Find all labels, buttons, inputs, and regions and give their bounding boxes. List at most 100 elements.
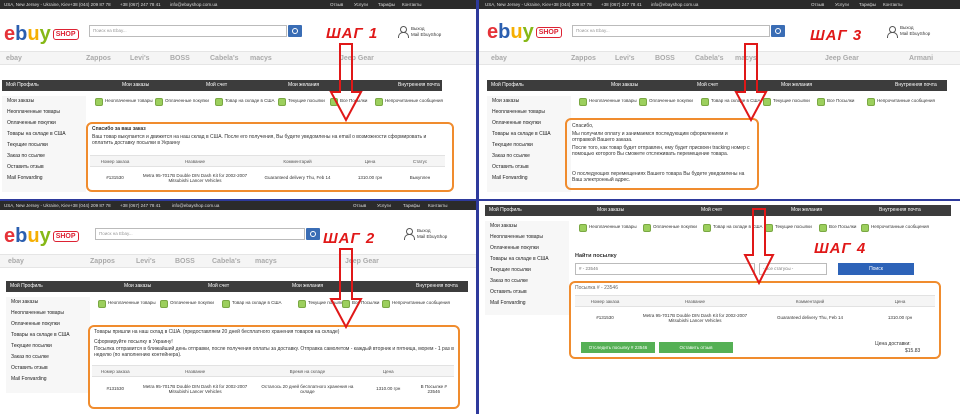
sidebar-item-review[interactable]: Оставить отзыв [487, 162, 571, 173]
tab-unread[interactable]: Непрочитанные сообщения [861, 224, 929, 232]
menu-tariffs[interactable]: Тарифы [403, 201, 420, 210]
find-button[interactable]: Поиск [838, 263, 914, 275]
nav-wishes[interactable]: Мои желания [781, 80, 812, 91]
email-link[interactable]: info@ebayshop.com.ua [651, 0, 698, 9]
sidebar-item-review[interactable]: Оставить отзыв [485, 287, 569, 298]
tab-warehouse[interactable]: Товар на складе в США [222, 300, 282, 308]
ebuyshop-logo[interactable]: ebuy SHOP [4, 226, 79, 246]
ebuyshop-logo[interactable]: ebuy SHOP [4, 24, 79, 44]
sidebar-item-forwarding[interactable]: Mail Forwarding [487, 173, 571, 184]
leave-review-button[interactable]: Оставить отзыв [659, 342, 733, 353]
sidebar-item-review[interactable]: Оставить отзыв [2, 162, 86, 173]
tab-unread[interactable]: Непрочитанные сообщения [382, 300, 450, 308]
nav-mail[interactable]: Внутренняя почта [416, 281, 458, 292]
sidebar-item-parcels[interactable]: Текущие посылки [6, 341, 90, 352]
menu-review[interactable]: Отзыв [330, 0, 343, 9]
sidebar-item-unpaid[interactable]: Неоплаченные товары [2, 107, 86, 118]
phone-2[interactable]: +38 (067) 247 78 41 [601, 0, 642, 9]
tab-paid[interactable]: Оплаченные покупки [639, 98, 693, 106]
sidebar-item-orders[interactable]: Мои заказы [2, 96, 86, 107]
email-link[interactable]: info@ebayshop.com.ua [172, 201, 219, 210]
sidebar-item-paid[interactable]: Оплаченные покупки [2, 118, 86, 129]
search-input[interactable]: Поиск на Ebay... [89, 25, 287, 37]
nav-wishes[interactable]: Мои желания [292, 281, 323, 292]
nav-wishes[interactable]: Мои желания [288, 80, 319, 91]
phone-2[interactable]: +38 (067) 247 78 41 [120, 201, 161, 210]
search-button[interactable] [306, 228, 320, 240]
sidebar-item-unpaid[interactable]: Неоплаченные товары [6, 308, 90, 319]
tab-unpaid[interactable]: Неоплаченные товары [579, 98, 637, 106]
nav-orders[interactable]: Мои заказы [124, 281, 151, 292]
sidebar-item-orders[interactable]: Мои заказы [487, 96, 571, 107]
sidebar-item-forwarding[interactable]: Mail Forwarding [6, 374, 90, 385]
search-button[interactable] [771, 25, 785, 37]
search-input[interactable]: Поиск на Ebay... [95, 228, 305, 240]
nav-account[interactable]: Мой счет [701, 205, 722, 216]
sidebar-item-link-order[interactable]: Заказ по ссылке [487, 151, 571, 162]
sidebar-item-unpaid[interactable]: Неоплаченные товары [487, 107, 571, 118]
sidebar-item-forwarding[interactable]: Mail Forwarding [2, 173, 86, 184]
tab-unread[interactable]: Непрочитанные сообщения [867, 98, 935, 106]
ebuyshop-logo[interactable]: ebuy SHOP [487, 22, 562, 42]
tab-warehouse[interactable]: Товар на складе в США [215, 98, 275, 106]
tab-unpaid[interactable]: Неоплаченные товары [579, 224, 637, 232]
sidebar-item-link-order[interactable]: Заказ по ссылке [6, 352, 90, 363]
nav-mail[interactable]: Внутренняя почта [895, 80, 937, 91]
search-button[interactable] [288, 25, 302, 37]
nav-account[interactable]: Мой счет [206, 80, 227, 91]
phone-1[interactable]: +38 (044) 209 87 78 [551, 0, 592, 9]
tab-all-parcels[interactable]: Все Посылки [819, 224, 856, 232]
menu-tariffs[interactable]: Тарифы [378, 0, 395, 9]
tab-parcels[interactable]: Текущие посылки [278, 98, 325, 106]
nav-orders[interactable]: Мои заказы [611, 80, 638, 91]
phone-1[interactable]: +38 (044) 209 87 78 [70, 0, 111, 9]
nav-orders[interactable]: Мои заказы [597, 205, 624, 216]
menu-review[interactable]: Отзыв [811, 0, 824, 9]
sidebar-item-warehouse[interactable]: Товары на складе в США [487, 129, 571, 140]
tab-paid[interactable]: Оплаченные покупки [643, 224, 697, 232]
tab-paid[interactable]: Оплаченные покупки [155, 98, 209, 106]
sidebar-item-unpaid[interactable]: Неоплаченные товары [485, 232, 569, 243]
sidebar-item-warehouse[interactable]: Товары на складе в США [485, 254, 569, 265]
sidebar-item-parcels[interactable]: Текущие посылки [487, 140, 571, 151]
menu-review[interactable]: Отзыв [353, 201, 366, 210]
sidebar-item-link-order[interactable]: Заказ по ссылке [2, 151, 86, 162]
menu-services[interactable]: Услуги [377, 201, 391, 210]
search-input[interactable]: Поиск на Ebay... [572, 25, 770, 37]
nav-profile[interactable]: Мой Профиль [489, 205, 522, 216]
sidebar-item-paid[interactable]: Оплаченные покупки [6, 319, 90, 330]
track-parcel-button[interactable]: Отследить посылку # 23546 [581, 342, 655, 353]
tab-all-parcels[interactable]: Все Посылки [817, 98, 854, 106]
nav-wishes[interactable]: Мои желания [791, 205, 822, 216]
tab-parcels[interactable]: Текущие посылки [765, 224, 812, 232]
menu-tariffs[interactable]: Тарифы [859, 0, 876, 9]
sidebar-item-orders[interactable]: Мои заказы [485, 221, 569, 232]
sidebar-item-warehouse[interactable]: Товары на складе в США [2, 129, 86, 140]
tab-unpaid[interactable]: Неоплаченные товары [95, 98, 153, 106]
tab-parcels[interactable]: Текущие посылки [763, 98, 810, 106]
nav-profile[interactable]: Мой Профиль [10, 281, 43, 292]
nav-profile[interactable]: Мой Профиль [6, 80, 39, 91]
sidebar-item-paid[interactable]: Оплаченные покупки [485, 243, 569, 254]
menu-services[interactable]: Услуги [835, 0, 849, 9]
sidebar-item-parcels[interactable]: Текущие посылки [485, 265, 569, 276]
nav-account[interactable]: Мой счет [208, 281, 229, 292]
nav-account[interactable]: Мой счет [697, 80, 718, 91]
sidebar-item-warehouse[interactable]: Товары на складе в США [6, 330, 90, 341]
tab-paid[interactable]: Оплаченные покупки [160, 300, 214, 308]
sidebar-item-orders[interactable]: Мои заказы [6, 297, 90, 308]
menu-contacts[interactable]: Контакты [402, 0, 421, 9]
sidebar-item-link-order[interactable]: Заказ по ссылке [485, 276, 569, 287]
menu-contacts[interactable]: Контакты [428, 201, 447, 210]
nav-orders[interactable]: Мои заказы [122, 80, 149, 91]
sidebar-item-review[interactable]: Оставить отзыв [6, 363, 90, 374]
menu-services[interactable]: Услуги [354, 0, 368, 9]
menu-contacts[interactable]: Контакты [883, 0, 902, 9]
nav-mail[interactable]: Внутренняя почта [879, 205, 921, 216]
nav-profile[interactable]: Мой Профиль [491, 80, 524, 91]
parcel-number-input[interactable]: # - 23546 [575, 263, 755, 275]
sidebar-item-paid[interactable]: Оплаченные покупки [487, 118, 571, 129]
sidebar-item-parcels[interactable]: Текущие посылки [2, 140, 86, 151]
nav-mail[interactable]: Внутренняя почта [398, 80, 440, 91]
tab-unpaid[interactable]: Неоплаченные товары [98, 300, 156, 308]
